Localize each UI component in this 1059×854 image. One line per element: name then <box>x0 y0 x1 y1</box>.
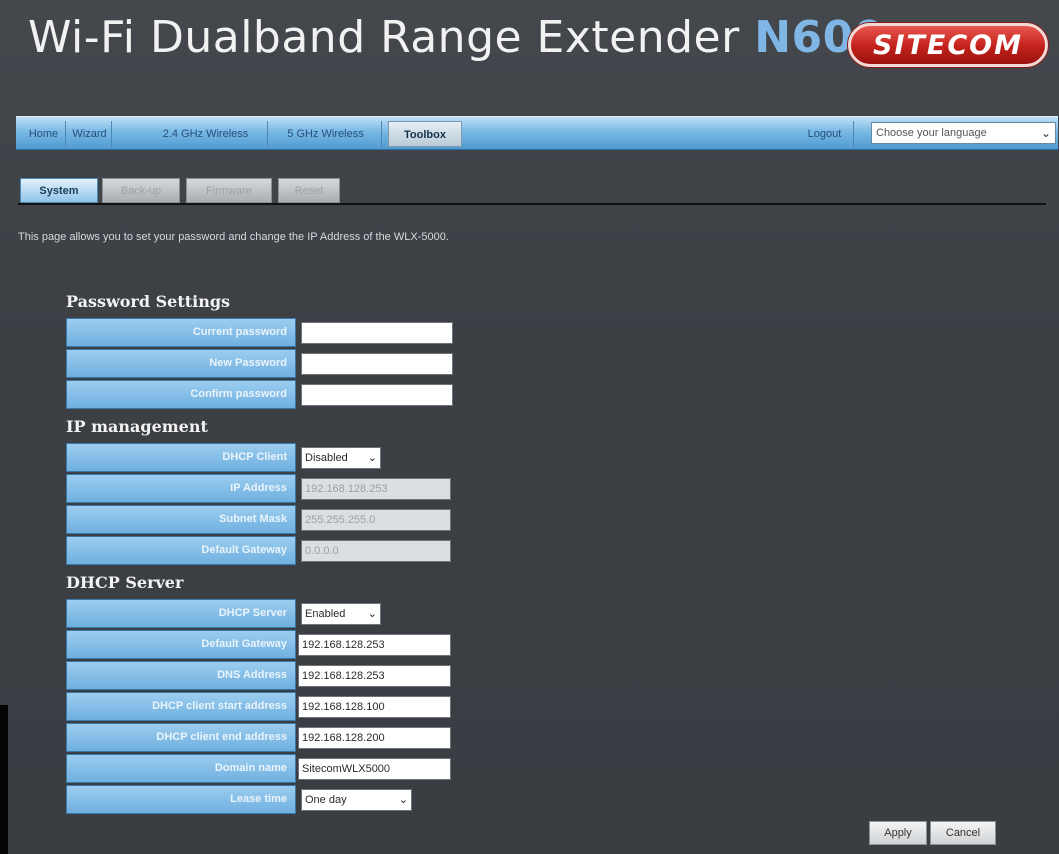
chevron-down-icon: ⌄ <box>367 452 377 464</box>
tab-reset[interactable]: Reset <box>278 178 340 203</box>
label-dhcp-start-address: DHCP client start address <box>66 692 296 721</box>
cancel-button[interactable]: Cancel <box>930 821 996 845</box>
nav-wizard[interactable]: Wizard <box>68 121 112 147</box>
dhcp-server-value: Enabled <box>305 608 346 620</box>
label-new-password: New Password <box>66 349 296 378</box>
label-dhcp-client: DHCP Client <box>66 443 296 472</box>
tab-system[interactable]: System <box>20 178 98 203</box>
current-password-input[interactable] <box>301 322 453 344</box>
tab-firmware[interactable]: Firmware <box>186 178 272 203</box>
dhcp-client-select[interactable]: Disabled ⌄ <box>301 447 381 469</box>
chevron-down-icon: ⌄ <box>1040 126 1051 140</box>
tabs-divider <box>18 203 1046 205</box>
label-dhcp-server: DHCP Server <box>66 599 296 628</box>
lease-time-value: One day <box>305 794 347 806</box>
nav-toolbox[interactable]: Toolbox <box>388 121 462 147</box>
dns-address-input[interactable]: 192.168.128.253 <box>298 665 451 687</box>
label-default-gateway: Default Gateway <box>66 536 296 565</box>
section-title-password: Password Settings <box>66 292 231 311</box>
window-edge <box>0 705 8 854</box>
label-subnet-mask: Subnet Mask <box>66 505 296 534</box>
label-confirm-password: Confirm password <box>66 380 296 409</box>
apply-button[interactable]: Apply <box>869 821 927 845</box>
lease-time-select[interactable]: One day ⌄ <box>301 789 412 811</box>
confirm-password-input[interactable] <box>301 384 453 406</box>
dhcp-server-select[interactable]: Enabled ⌄ <box>301 603 381 625</box>
logout-link[interactable]: Logout <box>796 121 854 147</box>
section-title-dhcp-server: DHCP Server <box>66 573 184 592</box>
chevron-down-icon: ⌄ <box>398 794 408 806</box>
dhcp-default-gateway-input[interactable]: 192.168.128.253 <box>298 634 451 656</box>
page-title: Wi-Fi Dualband Range Extender N600 <box>28 12 885 63</box>
default-gateway-input[interactable]: 0.0.0.0 <box>301 540 451 562</box>
section-title-ip-management: IP management <box>66 417 208 436</box>
label-current-password: Current password <box>66 318 296 347</box>
tab-backup[interactable]: Back-up <box>102 178 180 203</box>
page-description: This page allows you to set your passwor… <box>18 231 449 243</box>
label-ip-address: IP Address <box>66 474 296 503</box>
language-select-value: Choose your language <box>876 127 987 139</box>
language-select[interactable]: Choose your language ⌄ <box>871 122 1056 144</box>
new-password-input[interactable] <box>301 353 453 375</box>
label-domain-name: Domain name <box>66 754 296 783</box>
label-dhcp-default-gateway: Default Gateway <box>66 630 296 659</box>
sitecom-logo: SITECOM <box>848 23 1048 67</box>
nav-home[interactable]: Home <box>22 121 66 147</box>
dhcp-client-value: Disabled <box>305 452 348 464</box>
subnet-mask-input[interactable]: 255.255.255.0 <box>301 509 451 531</box>
label-lease-time: Lease time <box>66 785 296 814</box>
label-dhcp-end-address: DHCP client end address <box>66 723 296 752</box>
nav-24ghz-wireless[interactable]: 2.4 GHz Wireless <box>144 121 268 147</box>
chevron-down-icon: ⌄ <box>367 608 377 620</box>
ip-address-input[interactable]: 192.168.128.253 <box>301 478 451 500</box>
nav-5ghz-wireless[interactable]: 5 GHz Wireless <box>270 121 382 147</box>
dhcp-start-address-input[interactable]: 192.168.128.100 <box>298 696 451 718</box>
dhcp-end-address-input[interactable]: 192.168.128.200 <box>298 727 451 749</box>
page-title-text: Wi-Fi Dualband Range Extender <box>28 12 740 63</box>
domain-name-input[interactable]: SitecomWLX5000 <box>298 758 451 780</box>
label-dns-address: DNS Address <box>66 661 296 690</box>
